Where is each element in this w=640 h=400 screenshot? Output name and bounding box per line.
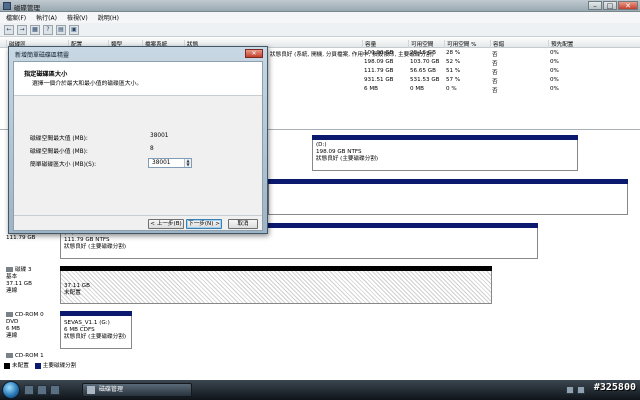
primary-partition-swatch (34, 362, 41, 369)
taskbar: 磁碟管理 (0, 380, 640, 400)
start-button[interactable] (2, 381, 20, 399)
menu-file[interactable]: 檔案(F) (6, 13, 26, 22)
cancel-button[interactable]: 取消 (228, 219, 258, 229)
cdrom0-label[interactable]: CD-ROM 0 DVD 6 MB 連線 (6, 312, 44, 340)
show-hide-icon[interactable]: ▣ (69, 24, 79, 35)
legend: 未配置 主要磁碟分割 (4, 361, 76, 369)
quick-launch (24, 385, 60, 395)
partition-d[interactable]: (D:) 198.09 GB NTFS 狀態良好 (主要磁碟分割) (312, 135, 578, 171)
partition-d-status: 狀態良好 (主要磁碟分割) (316, 156, 379, 162)
next-button[interactable]: 下一步(N) > (186, 219, 222, 229)
window-title: 磁碟管理 (14, 4, 40, 12)
col-overhead[interactable]: 預先配置 (548, 40, 573, 48)
unallocated-bar (60, 266, 492, 271)
cdrom0-type: DVD (6, 319, 19, 325)
col-free-pct[interactable]: 可用空間 % (444, 40, 476, 48)
partition-d-name: (D:) (316, 142, 327, 148)
col-fault-tolerance[interactable]: 容錯 (490, 40, 504, 48)
disk3-state: 連線 (6, 288, 18, 294)
disk2-label[interactable]: 111.79 GB (6, 235, 36, 242)
legend-primary: 主要磁碟分割 (42, 363, 77, 369)
cdrom0-state: 連線 (6, 333, 18, 339)
max-size-value: 38001 (150, 133, 169, 139)
disk-management-icon (3, 2, 11, 10)
volume-icon[interactable] (577, 386, 585, 394)
disk3-type: 基本 (6, 274, 18, 280)
disk3-label[interactable]: 磁碟 3 基本 37.11 GB 連線 (6, 267, 32, 295)
volume-size-label: 簡單磁碟區大小 (MB)(S): (30, 162, 97, 168)
dialog-divider (14, 215, 262, 216)
menu-action[interactable]: 執行(A) (36, 13, 57, 22)
cd-rom-icon (6, 312, 13, 317)
toolbar: ← → ▦ ? ▤ ▣ (0, 23, 640, 37)
partition-e-size: 111.79 GB NTFS (64, 237, 110, 243)
disk3-name: 磁碟 3 (15, 267, 32, 273)
spin-arrows-icon[interactable]: ▲ ▼ (184, 159, 191, 167)
disk3-size: 37.11 GB (6, 281, 32, 287)
cdrom1-name: CD-ROM 1 (15, 353, 44, 359)
partition-e-status: 狀態良好 (主要磁碟分割) (64, 244, 127, 250)
console-tree-icon[interactable]: ▦ (30, 24, 40, 35)
unallocated-swatch (4, 362, 10, 369)
maximize-button[interactable]: □ (603, 1, 617, 10)
title-bar[interactable]: 磁碟管理 – □ ✕ (0, 0, 640, 12)
menu-bar: 檔案(F) 執行(A) 檢視(V) 說明(H) (0, 12, 640, 23)
col-capacity[interactable]: 容量 (362, 40, 376, 48)
legend-unallocated: 未配置 (12, 363, 29, 369)
dialog-heading: 指定磁碟區大小 (24, 71, 68, 78)
help-icon[interactable]: ? (43, 24, 53, 35)
disk2-size: 111.79 GB (6, 235, 36, 241)
min-size-value: 8 (150, 146, 154, 152)
dialog-close-button[interactable]: ✕ (245, 49, 263, 58)
menu-help[interactable]: 說明(H) (98, 13, 119, 22)
browser-icon[interactable] (50, 385, 60, 395)
back-button[interactable]: < 上一步(B) (148, 219, 184, 229)
col-free-space[interactable]: 可用空間 (408, 40, 433, 48)
primary-partition-bar (60, 311, 132, 316)
max-size-label: 磁碟空間最大值 (MB): (30, 136, 88, 142)
properties-icon[interactable]: ▤ (56, 24, 66, 35)
dialog-title: 新增簡單磁碟區精靈 (15, 52, 70, 59)
switch-windows-icon[interactable] (37, 385, 47, 395)
back-arrow-icon[interactable]: ← (4, 24, 14, 35)
cdrom0-volume-size: 6 MB CDFS (64, 327, 95, 333)
cdrom0-size: 6 MB (6, 326, 21, 332)
partition-d-size: 198.09 GB NTFS (316, 149, 362, 155)
show-desktop-icon[interactable] (24, 385, 34, 395)
minimize-button[interactable]: – (588, 1, 602, 10)
cdrom0-volume-status: 狀態良好 (主要磁碟分割) (64, 334, 127, 340)
disk1-partition[interactable] (268, 179, 628, 215)
taskbar-disk-management[interactable]: 磁碟管理 (82, 383, 192, 397)
forward-arrow-icon[interactable]: → (17, 24, 27, 35)
disk-management-icon (87, 386, 95, 394)
network-icon[interactable] (566, 386, 574, 394)
primary-partition-bar (312, 135, 578, 140)
menu-view[interactable]: 檢視(V) (67, 13, 88, 22)
volume-size-value: 38001 (152, 160, 171, 166)
min-size-label: 磁碟空間最小值 (MB): (30, 149, 88, 155)
primary-partition-bar (268, 179, 628, 184)
volume-size-input[interactable]: 38001 ▲ ▼ (148, 158, 192, 168)
disk3-unallocated[interactable]: 37.11 GB 未配置 (60, 266, 492, 304)
new-simple-volume-wizard: 新增簡單磁碟區精靈 ✕ 指定磁碟區大小 選擇一個介於最大和最小值的磁碟區大小。 … (8, 46, 268, 234)
dialog-body: 指定磁碟區大小 選擇一個介於最大和最小值的磁碟區大小。 磁碟空間最大值 (MB)… (13, 61, 263, 231)
close-button[interactable]: ✕ (618, 1, 638, 10)
disk3-unallocated-status: 未配置 (64, 290, 81, 296)
cdrom1-label[interactable]: CD-ROM 1 (6, 353, 44, 360)
disk-drive-icon (6, 267, 13, 272)
dialog-header: 指定磁碟區大小 選擇一個介於最大和最小值的磁碟區大小。 (14, 62, 262, 96)
cdrom0-name: CD-ROM 0 (15, 312, 44, 318)
cdrom0-volume-name: SEVAS_V1.1 (G:) (64, 320, 110, 326)
cd-rom-icon (6, 353, 13, 358)
cdrom0-volume[interactable]: SEVAS_V1.1 (G:) 6 MB CDFS 狀態良好 (主要磁碟分割) (60, 311, 132, 349)
dialog-subheading: 選擇一個介於最大和最小值的磁碟區大小。 (32, 81, 143, 87)
watermark: #325800 (593, 382, 636, 393)
disk3-unallocated-size: 37.11 GB (64, 283, 90, 289)
